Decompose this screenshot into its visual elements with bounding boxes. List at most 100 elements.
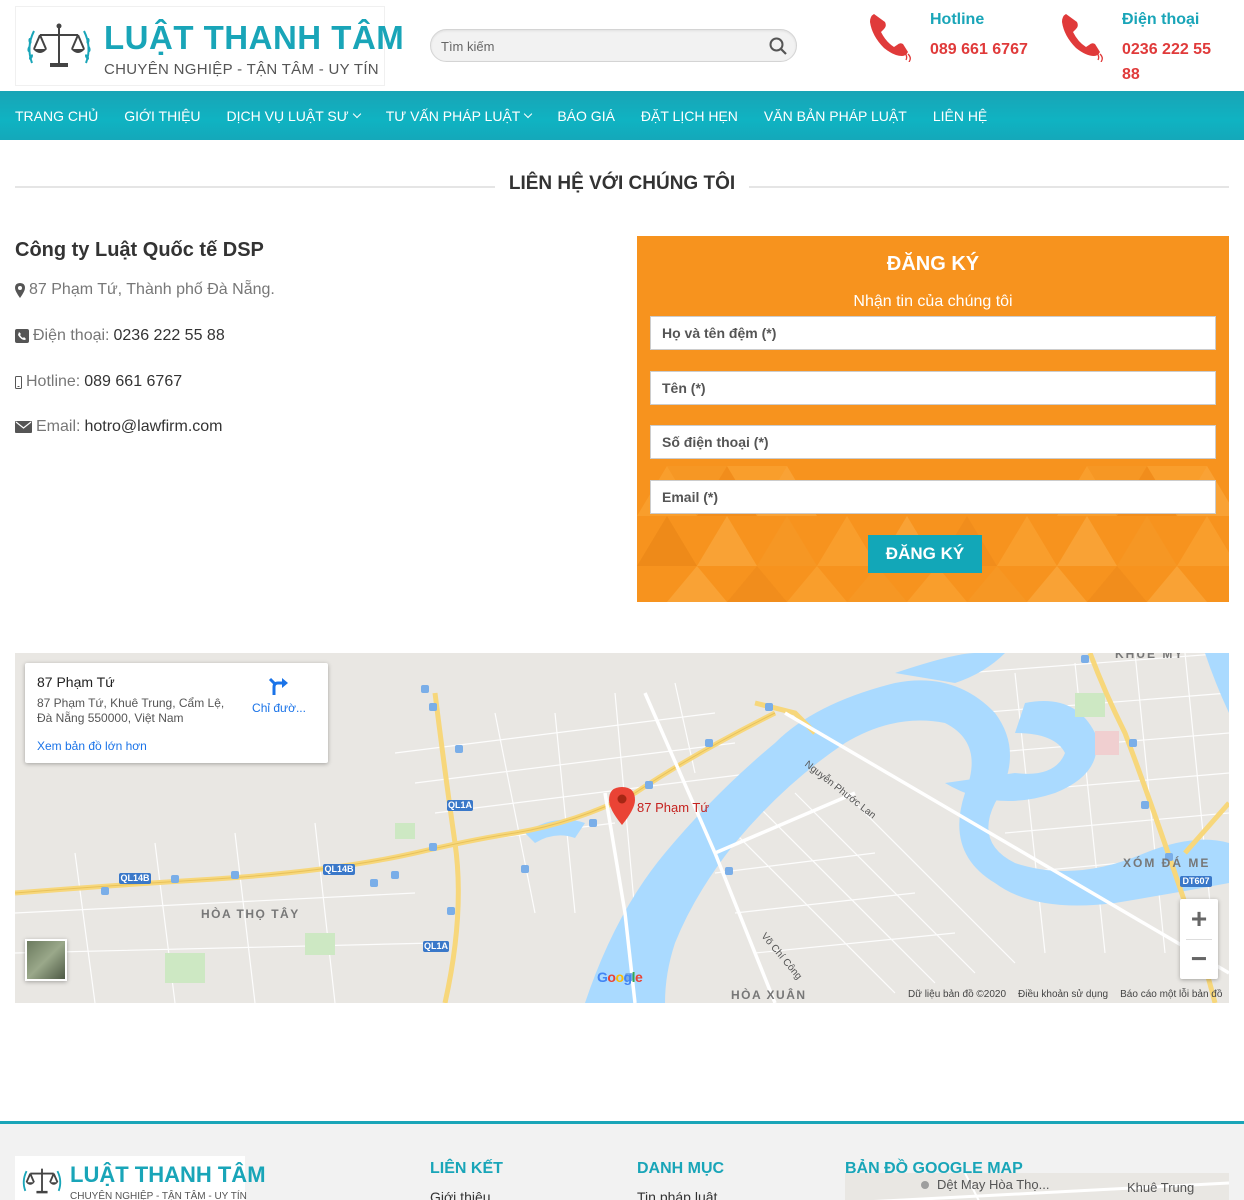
report-error-link[interactable]: Báo cáo một lỗi bản đồ <box>1120 989 1222 1000</box>
email-value[interactable]: hotro@lawfirm.com <box>84 418 222 436</box>
company-info: Công ty Luật Quốc tế DSP <box>15 239 615 277</box>
phone-value[interactable]: 0236 222 55 88 <box>114 327 225 345</box>
company-name: Công ty Luật Quốc tế DSP <box>15 239 264 261</box>
directions-button[interactable]: Chỉ đườ... <box>249 675 309 715</box>
zoom-in-button[interactable]: + <box>1180 899 1218 939</box>
nav-item-dat-lich-hen[interactable]: ĐẶT LỊCH HẸN <box>641 108 738 124</box>
phone-label: Điện thoại <box>1122 11 1200 28</box>
zoom-out-button[interactable]: − <box>1180 939 1218 979</box>
phone-number-line1: 0236 222 55 <box>1122 41 1211 58</box>
phone-handset-icon <box>1062 14 1103 62</box>
map-marker-icon <box>15 282 25 298</box>
footer-logo-tagline: CHUYÊN NGHIỆP - TẬN TÂM - UY TÍN <box>70 1191 247 1200</box>
larger-map-link[interactable]: Xem bản đồ lớn hơn <box>37 739 147 753</box>
hotline-number[interactable]: 089 661 6767 <box>930 37 1028 62</box>
mobile-icon <box>15 375 22 389</box>
envelope-icon <box>15 421 32 433</box>
subscribe-form: ĐĂNG KÝ Nhận tin của chúng tôi ĐĂNG KÝ <box>637 236 1229 602</box>
map-place-label: Khuê Trung <box>1127 1180 1195 1195</box>
nav-item-label: BÁO GIÁ <box>557 107 615 124</box>
footer-logo[interactable]: LUẬT THANH TÂM CHUYÊN NGHIỆP - TẬN TÂM -… <box>15 1156 266 1200</box>
road-badge: DT607 <box>1182 876 1210 886</box>
middle-name-field[interactable] <box>650 316 1216 350</box>
footer-logo-title: LUẬT THANH TÂM <box>70 1162 266 1187</box>
satellite-toggle[interactable] <box>25 939 67 981</box>
phone-number[interactable]: 0236 222 55 88 <box>1122 37 1211 87</box>
logo-tagline: CHUYÊN NGHIỆP - TẬN TÂM - UY TÍN <box>104 61 379 78</box>
nav-item-gioi-thieu[interactable]: GIỚI THIỆU <box>124 108 200 124</box>
first-name-field[interactable] <box>650 371 1216 405</box>
scales-of-justice-icon <box>22 1168 62 1194</box>
road-badge: QL1A <box>423 941 448 951</box>
main-nav: TRANG CHỦ GIỚI THIỆU DỊCH VỤ LUẬT SƯ TƯ … <box>0 91 1244 140</box>
nav-item-label: TƯ VẤN PHÁP LUẬT <box>385 107 521 124</box>
terms-link[interactable]: Điều khoản sử dụng <box>1018 989 1108 1000</box>
map-pin-icon[interactable] <box>609 787 635 825</box>
map-place-label: Dệt May Hòa Thọ... <box>937 1177 1050 1192</box>
email-label: Email: <box>36 418 81 435</box>
directions-label: Chỉ đườ... <box>252 701 306 715</box>
road-badge: QL1A <box>447 800 472 810</box>
map-place-label: KHUÊ MỸ <box>1115 653 1185 661</box>
hotline-block: Hotline 089 661 6767 <box>868 8 1048 88</box>
google-map[interactable]: QL1A QL1A QL14B QL14B DT607 KHUÊ MỸ XÓM … <box>15 653 1229 1003</box>
map-place-label: HÒA XUÂN <box>731 988 807 1002</box>
nav-item-lien-he[interactable]: LIÊN HỆ <box>933 108 987 124</box>
directions-icon <box>268 677 288 695</box>
search-icon[interactable] <box>768 36 788 56</box>
section-heading: LIÊN HỆ VỚI CHÚNG TÔI <box>15 173 1229 199</box>
nav-item-label: DỊCH VỤ LUẬT SƯ <box>226 107 349 124</box>
site-header: LUẬT THANH TÂM CHUYÊN NGHIỆP - TẬN TÂM -… <box>0 0 1244 91</box>
email-field[interactable] <box>650 480 1216 514</box>
email-row: Email: hotro@lawfirm.com <box>15 418 223 436</box>
map-attribution: Dữ liệu bản đồ ©2020 Điều khoản sử dụng … <box>908 989 1222 1000</box>
phone-row: Điện thoại: 0236 222 55 88 <box>15 327 225 345</box>
address-row: 87 Phạm Tứ, Thành phố Đà Nẵng. <box>15 281 275 299</box>
map-place-label: HÒA THỌ TÂY <box>201 907 300 921</box>
nav-item-trang-chu[interactable]: TRANG CHỦ <box>15 108 98 124</box>
nav-item-label: ĐẶT LỊCH HẸN <box>640 107 738 124</box>
google-logo: Google <box>597 969 643 985</box>
place-address: 87 Phạm Tứ, Khuê Trung, Cẩm Lệ, Đà Nẵng … <box>37 696 225 725</box>
form-subtitle: Nhận tin của chúng tôi <box>853 293 1013 310</box>
nav-item-tu-van-phap-luat[interactable]: TƯ VẤN PHÁP LUẬT <box>385 107 533 124</box>
register-button[interactable]: ĐĂNG KÝ <box>868 535 982 573</box>
chevron-down-icon <box>352 109 361 118</box>
phone-square-icon <box>15 329 29 343</box>
zoom-control: + − <box>1180 899 1218 979</box>
phone-field[interactable] <box>650 425 1216 459</box>
phone-label: Điện thoại: <box>33 327 110 344</box>
nav-item-dich-vu-luat-su[interactable]: DỊCH VỤ LUẬT SƯ <box>226 107 361 124</box>
page-title: LIÊN HỆ VỚI CHÚNG TÔI <box>494 173 750 195</box>
address-text: 87 Phạm Tứ, Thành phố Đà Nẵng. <box>29 281 275 298</box>
nav-item-label: GIỚI THIỆU <box>124 107 201 124</box>
footer-link-gioi-thieu[interactable]: Giới thiệu <box>430 1189 491 1200</box>
hotline-value[interactable]: 089 661 6767 <box>84 373 182 391</box>
chevron-down-icon <box>524 109 533 118</box>
phone-handset-icon <box>870 14 911 62</box>
search-input[interactable] <box>441 36 761 56</box>
map-place-label: XÓM ĐÁ ME <box>1123 856 1211 870</box>
hotline-row: Hotline: 089 661 6767 <box>15 373 182 391</box>
form-title: ĐĂNG KÝ <box>886 253 980 275</box>
nav-item-label: TRANG CHỦ <box>15 107 99 124</box>
road-badge: QL14B <box>120 873 150 883</box>
logo-title: LUẬT THANH TÂM <box>104 19 405 56</box>
scales-of-justice-icon <box>27 23 91 67</box>
footer-link-tin-phap-luat[interactable]: Tin pháp luật <box>637 1189 717 1200</box>
site-footer: LUẬT THANH TÂM CHUYÊN NGHIỆP - TẬN TÂM -… <box>0 1121 1244 1200</box>
nav-item-van-ban-phap-luat[interactable]: VĂN BẢN PHÁP LUẬT <box>764 108 907 124</box>
hotline-label: Hotline <box>930 11 985 28</box>
map-place-card: 87 Phạm Tứ 87 Phạm Tứ, Khuê Trung, Cẩm L… <box>25 663 328 763</box>
nav-item-label: LIÊN HỆ <box>932 107 988 124</box>
hotline-label: Hotline: <box>26 373 81 390</box>
map-data-credit: Dữ liệu bản đồ ©2020 <box>908 989 1007 1000</box>
marker-label: 87 Phạm Tứ <box>637 800 710 815</box>
site-logo[interactable]: LUẬT THANH TÂM CHUYÊN NGHIỆP - TẬN TÂM -… <box>15 6 404 86</box>
nav-item-label: VĂN BẢN PHÁP LUẬT <box>763 107 907 124</box>
phone-number-line2: 88 <box>1122 66 1140 83</box>
road-badge: QL14B <box>324 864 354 874</box>
place-title: 87 Phạm Tứ <box>37 674 115 690</box>
footer-google-map[interactable]: Dệt May Hòa Thọ... Khuê Trung <box>845 1173 1229 1200</box>
nav-item-bao-gia[interactable]: BÁO GIÁ <box>557 108 615 124</box>
